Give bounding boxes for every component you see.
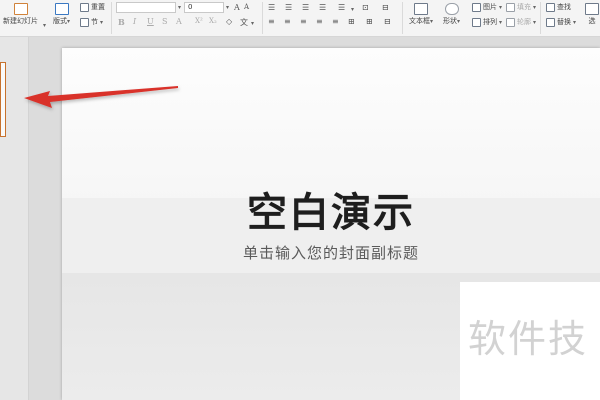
arrow-icon — [24, 86, 178, 108]
red-arrow-annotation — [24, 86, 178, 108]
